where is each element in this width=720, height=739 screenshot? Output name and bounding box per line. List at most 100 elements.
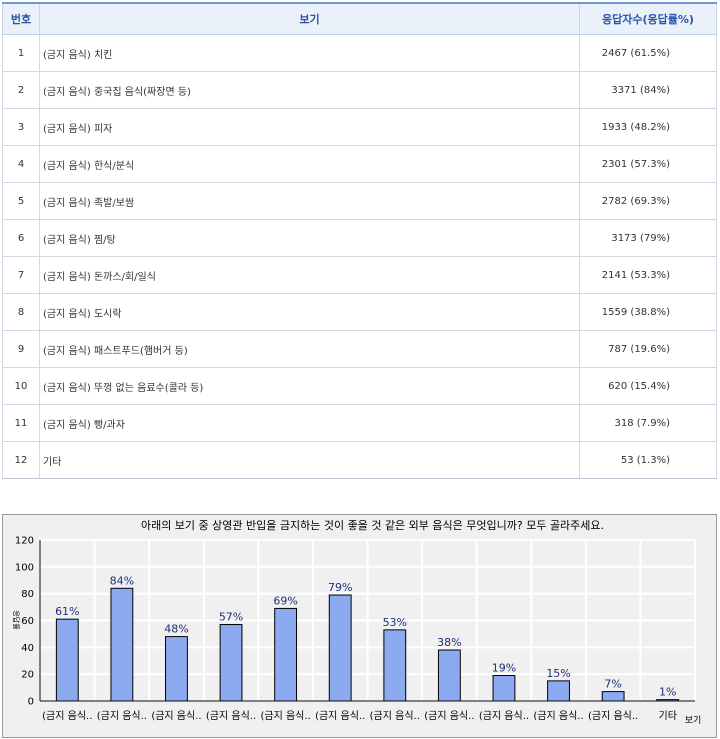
bar: [547, 680, 570, 702]
row-option: (금지 음식) 빵/과자: [39, 404, 580, 442]
bar: [437, 649, 461, 702]
x-tick-label: (금지 음식..: [479, 710, 529, 722]
x-tick-label: 기타: [659, 710, 677, 722]
header-number: 번호: [2, 2, 40, 35]
table-row: 7 (금지 음식) 돈까스/회/일식 2141 (53.3%): [2, 256, 717, 294]
bar: [110, 587, 134, 702]
table-row: 11 (금지 음식) 빵/과자 318 (7.9%): [2, 404, 717, 442]
bar: [601, 691, 625, 702]
bar: [165, 636, 188, 702]
row-option: (금지 음식) 도시락: [39, 293, 580, 331]
row-count: 787 (19.6%): [579, 330, 717, 368]
chart-panel: 0 20 40 60 80 100 120 61% (금지 음식.. 84% (금지 음식.. 48%…: [2, 514, 717, 738]
row-number: 6: [2, 219, 40, 257]
row-count: 3173 (79%): [579, 219, 717, 257]
table-row: 1 (금지 음식) 치킨 2467 (61.5%): [2, 34, 717, 72]
row-option: (금지 음식) 중국집 음식(짜장면 등): [39, 71, 580, 109]
row-number: 7: [2, 256, 40, 294]
row-option: (금지 음식) 뚜껑 없는 음료수(콜라 등): [39, 367, 580, 405]
x-tick-label: (금지 음식..: [588, 710, 638, 722]
y-tick-label: 0: [28, 697, 34, 708]
bar-value-label: 79%: [328, 581, 352, 594]
row-number: 10: [2, 367, 40, 405]
bar-value-label: 19%: [492, 662, 516, 675]
row-count: 2467 (61.5%): [579, 34, 717, 72]
row-option: (금지 음식) 치킨: [39, 34, 580, 72]
row-number: 1: [2, 34, 40, 72]
table-row: 12 기타 53 (1.3%): [2, 441, 717, 479]
x-tick-label: (금지 음식..: [261, 710, 311, 722]
row-number: 5: [2, 182, 40, 220]
x-tick-label: (금지 음식..: [424, 710, 474, 722]
x-tick-label: (금지 음식..: [315, 710, 365, 722]
row-count: 53 (1.3%): [579, 441, 717, 479]
bar-value-label: 61%: [55, 605, 79, 618]
header-option: 보기: [39, 2, 580, 35]
table-header-row: 번호 보기 응답자수(응답률%): [2, 2, 717, 35]
bar: [274, 607, 298, 702]
x-tick-label: (금지 음식..: [206, 710, 256, 722]
row-option: 기타: [39, 441, 580, 479]
bar: [656, 699, 680, 702]
row-option: (금지 음식) 피자: [39, 108, 580, 146]
y-tick-label: 20: [21, 670, 34, 681]
row-count: 318 (7.9%): [579, 404, 717, 442]
row-number: 8: [2, 293, 40, 331]
table-row: 4 (금지 음식) 한식/분식 2301 (57.3%): [2, 145, 717, 183]
row-count: 620 (15.4%): [579, 367, 717, 405]
bar: [383, 629, 407, 702]
row-count: 2301 (57.3%): [579, 145, 717, 183]
survey-results-table: 번호 보기 응답자수(응답률%) 1 (금지 음식) 치킨 2467 (61.5%)…: [2, 2, 717, 479]
row-option: (금지 음식) 돈까스/회/일식: [39, 256, 580, 294]
bar-value-label: 69%: [273, 594, 297, 607]
y-tick-label: 40: [21, 643, 34, 654]
table-body: 1 (금지 음식) 치킨 2467 (61.5%) 2 (금지 음식) 중국집 음식(짜…: [2, 34, 717, 479]
x-tick-label: (금지 음식..: [97, 710, 147, 722]
bar-value-label: 57%: [219, 611, 243, 624]
bar: [55, 618, 79, 702]
y-tick-label: 80: [21, 589, 34, 600]
row-number: 2: [2, 71, 40, 109]
row-number: 11: [2, 404, 40, 442]
chart-title: 아래의 보기 중 상영관 반입을 금지하는 것이 좋을 것 같은 외부 음식은 …: [141, 518, 604, 532]
row-option: (금지 음식) 패스트푸드(햄버거 등): [39, 330, 580, 368]
table-row: 3 (금지 음식) 피자 1933 (48.2%): [2, 108, 717, 146]
row-count: 2141 (53.3%): [579, 256, 717, 294]
row-count: 1559 (38.8%): [579, 293, 717, 331]
bar-chart: 0 20 40 60 80 100 120 61% (금지 음식.. 84% (금지 음식.. 48%…: [12, 518, 702, 726]
y-tick-label: 60: [21, 616, 34, 627]
bar-value-label: 53%: [383, 616, 407, 629]
y-tick-label: 120: [15, 536, 34, 547]
x-axis-label: 보기: [685, 715, 702, 726]
row-number: 12: [2, 441, 40, 479]
header-count: 응답자수(응답률%): [579, 2, 717, 35]
bar-value-label: 15%: [546, 667, 570, 680]
table-row: 9 (금지 음식) 패스트푸드(햄버거 등) 787 (19.6%): [2, 330, 717, 368]
bar-value-label: 48%: [164, 623, 188, 636]
row-count: 3371 (84%): [579, 71, 717, 109]
bar-value-label: 7%: [604, 678, 621, 691]
y-tick-label: 100: [15, 562, 34, 573]
bar: [219, 624, 243, 702]
row-number: 4: [2, 145, 40, 183]
bar-value-label: 84%: [110, 574, 134, 587]
y-axis-label: 응답률: [12, 610, 21, 630]
x-tick-label: (금지 음식..: [151, 710, 201, 722]
row-number: 9: [2, 330, 40, 368]
table-row: 10 (금지 음식) 뚜껑 없는 음료수(콜라 등) 620 (15.4%): [2, 367, 717, 405]
row-number: 3: [2, 108, 40, 146]
row-count: 2782 (69.3%): [579, 182, 717, 220]
table-row: 6 (금지 음식) 찜/탕 3173 (79%): [2, 219, 717, 257]
row-option: (금지 음식) 찜/탕: [39, 219, 580, 257]
bar-value-label: 1%: [659, 686, 676, 699]
bar-value-label: 38%: [437, 636, 461, 649]
table-row: 2 (금지 음식) 중국집 음식(짜장면 등) 3371 (84%): [2, 71, 717, 109]
x-tick-label: (금지 음식..: [533, 710, 583, 722]
table-row: 8 (금지 음식) 도시락 1559 (38.8%): [2, 293, 717, 331]
bar: [328, 594, 352, 702]
row-count: 1933 (48.2%): [579, 108, 717, 146]
row-option: (금지 음식) 한식/분식: [39, 145, 580, 183]
row-option: (금지 음식) 족발/보쌈: [39, 182, 580, 220]
table-row: 5 (금지 음식) 족발/보쌈 2782 (69.3%): [2, 182, 717, 220]
x-tick-label: (금지 음식..: [370, 710, 420, 722]
